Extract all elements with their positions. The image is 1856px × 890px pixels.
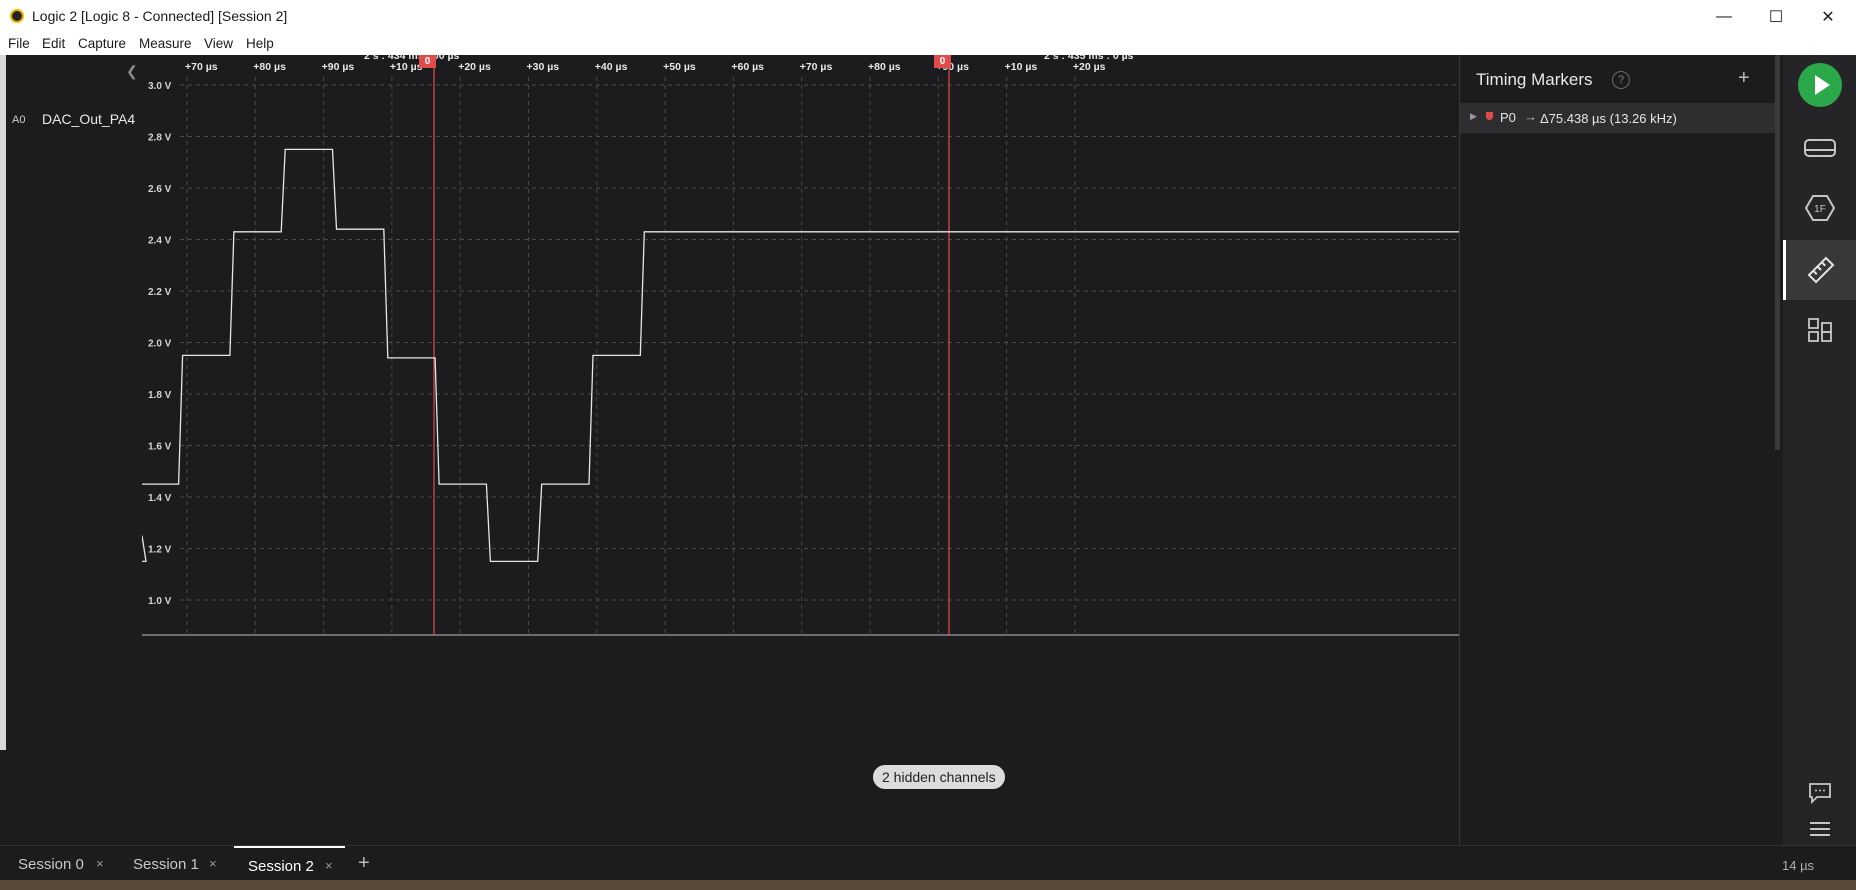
marker-delta: Δ75.438 µs (13.26 kHz) [1540, 111, 1677, 126]
voltage-tick-label: 1.4 V [148, 493, 172, 504]
tab-session-0[interactable]: Session 0 × [18, 846, 114, 880]
voltage-tick-label: 2.4 V [148, 236, 172, 247]
voltage-tick-label: 2.6 V [148, 184, 172, 195]
arrow-right-icon: → [1524, 109, 1537, 124]
device-icon [1803, 139, 1836, 157]
close-tab-icon[interactable]: × [209, 856, 217, 871]
start-capture-button[interactable] [1783, 55, 1856, 115]
time-tick-label: +90 µs [322, 61, 355, 73]
minimize-button[interactable]: — [1698, 0, 1750, 33]
right-sidebar: 1F [1783, 55, 1856, 845]
markers-scrollbar[interactable] [1775, 55, 1780, 450]
menu-edit[interactable]: Edit [42, 36, 65, 51]
channel-list: ❮ A0 DAC_Out_PA4 [6, 55, 143, 845]
time-tick-label: +70 µs [800, 61, 833, 73]
hidden-channels-button[interactable]: 2 hidden channels [873, 765, 1005, 789]
tab-session-1[interactable]: Session 1 × [133, 846, 229, 880]
new-tab-button[interactable]: + [358, 852, 370, 875]
device-settings-button[interactable] [1783, 118, 1856, 178]
collapse-chevron-icon[interactable]: ❮ [126, 63, 138, 80]
menu-bar: File Edit Capture Measure View Help [0, 33, 1856, 55]
feedback-button[interactable] [1783, 773, 1856, 813]
expand-caret-icon[interactable]: ▶ [1470, 111, 1477, 122]
workspace: ❮ A0 DAC_Out_PA4 3.0 V 2.8 V 2.6 V 2.4 V 2.2… [0, 55, 1856, 845]
channel-id: A0 [12, 114, 26, 126]
chat-icon [1808, 783, 1831, 804]
add-marker-button[interactable]: + [1738, 67, 1750, 90]
marker-flag-icon [1486, 112, 1493, 120]
analyzers-icon-label: 1F [1814, 204, 1826, 215]
extensions-icon [1807, 318, 1832, 342]
menu-capture[interactable]: Capture [78, 36, 126, 51]
voltage-tick-label: 2.8 V [148, 133, 172, 144]
session-tab-bar: Session 0 × Session 1 × Session 2 × + 14… [0, 845, 1856, 880]
menu-help[interactable]: Help [246, 36, 274, 51]
voltage-tick-label: 1.0 V [148, 596, 172, 607]
voltage-tick-label: 3.0 V [148, 81, 172, 92]
time-tick-label: +80 µs [868, 61, 901, 73]
analyzers-button[interactable]: 1F [1783, 178, 1856, 238]
tab-session-2[interactable]: Session 2 × [234, 846, 345, 880]
menu-view[interactable]: View [204, 36, 233, 51]
waveform-svg[interactable]: 3.0 V 2.8 V 2.6 V 2.4 V 2.2 V 2.0 V 1.8 V 1.6 V… [142, 55, 1459, 845]
play-icon [1798, 63, 1842, 107]
voltage-tick-label: 1.8 V [148, 390, 172, 401]
timing-marker-row[interactable]: ▶ P0 → Δ75.438 µs (13.26 kHz) [1460, 103, 1775, 133]
window-title: Logic 2 [Logic 8 - Connected] [Session 2… [32, 8, 288, 24]
close-tab-icon[interactable]: × [325, 858, 333, 873]
close-tab-icon[interactable]: × [96, 856, 104, 871]
time-tick-label: +80 µs [253, 61, 286, 73]
ruler-icon [1807, 256, 1835, 284]
menu-measure[interactable]: Measure [139, 36, 192, 51]
tab-label: Session 1 [133, 856, 199, 873]
time-header-label: 2 s : 435 ms : 0 µs [1044, 55, 1134, 62]
time-tick-label: +30 µs [527, 61, 560, 73]
timing-marker-label: 0 [940, 56, 946, 67]
timing-marker-label: 0 [425, 56, 431, 67]
voltage-tick-label: 2.0 V [148, 339, 172, 350]
help-icon[interactable]: ? [1612, 71, 1630, 89]
close-button[interactable]: ✕ [1802, 0, 1854, 33]
voltage-tick-label: 2.2 V [148, 287, 172, 298]
voltage-tick-label: 1.6 V [148, 442, 172, 453]
logic-app-icon [10, 9, 24, 23]
maximize-button[interactable]: ☐ [1750, 0, 1802, 33]
tab-label: Session 2 [248, 858, 314, 875]
tab-label: Session 0 [18, 856, 84, 873]
menu-file[interactable]: File [8, 36, 30, 51]
title-bar: Logic 2 [Logic 8 - Connected] [Session 2… [0, 0, 1856, 33]
time-tick-label: +20 µs [458, 61, 491, 73]
timing-markers-title: Timing Markers [1476, 70, 1593, 89]
time-tick-label: +20 µs [1073, 61, 1106, 73]
hamburger-icon [1809, 822, 1830, 836]
time-tick-label: +10 µs [1005, 61, 1038, 73]
analyzers-icon: 1F [1804, 195, 1835, 221]
plot-background [142, 55, 1459, 845]
time-tick-label: +10 µs [390, 61, 423, 73]
time-header-label: 2 s : 434 ms : 00 µs [364, 55, 460, 62]
zoom-level: 14 µs [1782, 858, 1815, 873]
time-tick-label: +70 µs [185, 61, 218, 73]
voltage-tick-label: 1.2 V [148, 545, 172, 556]
waveform-plot[interactable]: 3.0 V 2.8 V 2.6 V 2.4 V 2.2 V 2.0 V 1.8 V 1.6 V… [142, 55, 1585, 845]
extensions-button[interactable] [1783, 300, 1856, 360]
channel-name[interactable]: DAC_Out_PA4 [42, 111, 135, 127]
marker-name: P0 [1500, 110, 1516, 125]
timing-markers-tab-button[interactable] [1783, 240, 1856, 300]
time-tick-label: +60 µs [731, 61, 764, 73]
time-tick-label: +50 µs [663, 61, 696, 73]
app-window: Logic 2 [Logic 8 - Connected] [Session 2… [0, 0, 1856, 880]
main-menu-button[interactable] [1783, 813, 1856, 845]
time-tick-label: +40 µs [595, 61, 628, 73]
timing-markers-panel: Timing Markers ? + ▶ P0 → Δ75.438 µs (13… [1459, 55, 1775, 845]
